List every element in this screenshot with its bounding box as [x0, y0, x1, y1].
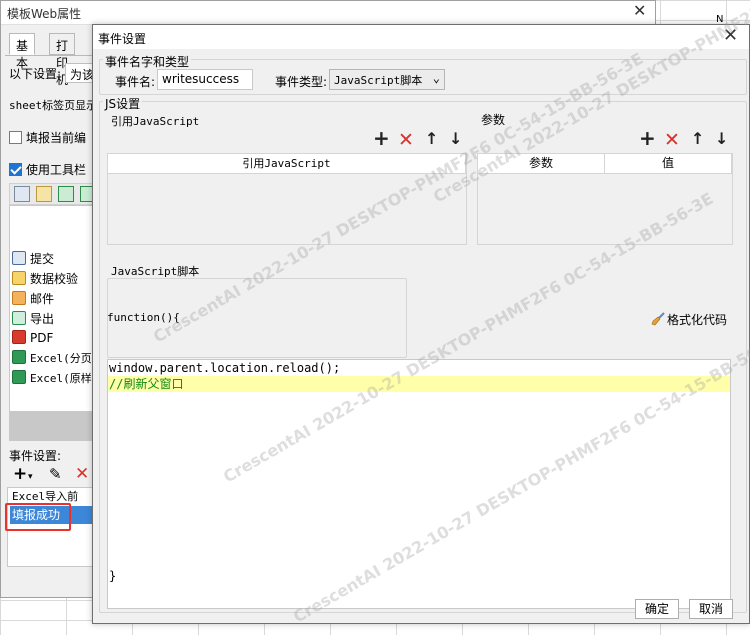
- delete-icon[interactable]: ✕: [75, 463, 89, 485]
- delete-ref-js-button[interactable]: ✕: [398, 131, 414, 150]
- event-type-label: 事件类型:: [275, 75, 328, 89]
- excel-icon: [12, 350, 26, 364]
- code-line-comment: //刷新父窗口: [108, 376, 730, 392]
- excel-icon[interactable]: [58, 186, 74, 202]
- add-event-icon[interactable]: +: [13, 463, 27, 485]
- export-icon: [12, 311, 26, 325]
- pdf-icon: [12, 330, 26, 344]
- broom-icon: [651, 312, 665, 326]
- event-type-value: JavaScript脚本: [334, 74, 423, 87]
- tab-printer[interactable]: 打印机: [49, 33, 76, 87]
- add-ref-js-button[interactable]: +: [373, 128, 390, 148]
- fill-current-label: 填报当前编: [26, 131, 87, 145]
- list-item[interactable]: 数据校验: [12, 270, 104, 290]
- dialog-title: 事件设置: [98, 32, 147, 46]
- ref-js-column-header[interactable]: 引用JavaScript: [108, 154, 466, 174]
- list-item[interactable]: Excel(原样: [12, 370, 104, 390]
- fill-current-checkbox[interactable]: [9, 131, 22, 144]
- save-icon: [12, 251, 26, 265]
- event-settings-dialog: 事件设置 ✕ 事件名字和类型 事件名: writesuccess 事件类型: J…: [92, 24, 750, 624]
- event-name-input[interactable]: writesuccess: [157, 69, 253, 90]
- excel-icon: [12, 370, 26, 384]
- chevron-down-icon: ⌄: [432, 71, 440, 85]
- function-header: function(){: [107, 311, 180, 324]
- close-icon[interactable]: ✕: [633, 1, 651, 23]
- js-code-editor[interactable]: window.parent.location.reload(); //刷新父窗口…: [107, 359, 731, 609]
- use-toolbar-row[interactable]: 使用工具栏: [9, 161, 86, 178]
- move-down-param-button[interactable]: ↓: [715, 131, 728, 147]
- list-footer-area: [9, 411, 105, 441]
- format-code-button[interactable]: 格式化代码: [651, 311, 727, 328]
- delete-param-button[interactable]: ✕: [664, 131, 680, 150]
- list-item[interactable]: Excel(分页: [12, 350, 104, 370]
- dialog-titlebar: 事件设置 ✕: [93, 25, 749, 49]
- js-settings-title: JS设置: [103, 95, 143, 112]
- closing-brace: }: [109, 569, 117, 583]
- event-name-type-title: 事件名字和类型: [103, 53, 192, 70]
- list-item[interactable]: 导出: [12, 310, 104, 330]
- move-down-ref-js-button[interactable]: ↓: [449, 131, 462, 147]
- chevron-down-icon[interactable]: ▾: [28, 466, 33, 488]
- ref-js-table: 引用JavaScript: [107, 153, 467, 245]
- js-script-title: JavaScript脚本: [109, 263, 202, 279]
- ok-button[interactable]: 确定: [635, 599, 679, 619]
- code-line: window.parent.location.reload();: [109, 361, 341, 375]
- red-highlight-box: [5, 503, 71, 531]
- pencil-icon[interactable]: [36, 186, 52, 202]
- toolbar-preview: [9, 183, 105, 205]
- pencil-icon: [12, 271, 26, 285]
- value-column-header[interactable]: 值: [605, 154, 732, 174]
- params-table: 参数 值: [477, 153, 733, 245]
- edit-icon[interactable]: ✎: [49, 463, 62, 485]
- ref-js-title: 引用JavaScript: [109, 113, 202, 129]
- use-toolbar-label: 使用工具栏: [26, 163, 87, 177]
- mail-icon: [12, 291, 26, 305]
- event-type-select[interactable]: JavaScript脚本 ⌄: [329, 69, 445, 90]
- list-item[interactable]: PDF: [12, 330, 104, 350]
- back-window-titlebar: 模板Web属性 ✕: [1, 1, 655, 25]
- row-settings-label: 以下设置:: [9, 67, 62, 81]
- fill-current-row[interactable]: 填报当前编: [9, 129, 86, 146]
- add-param-button[interactable]: +: [639, 128, 656, 148]
- param-column-header[interactable]: 参数: [478, 154, 605, 174]
- format-code-label: 格式化代码: [667, 313, 728, 327]
- close-icon[interactable]: ✕: [723, 25, 738, 47]
- list-item[interactable]: 提交: [12, 250, 104, 270]
- event-settings-label: 事件设置:: [9, 449, 62, 463]
- list-item[interactable]: 邮件: [12, 290, 104, 310]
- params-title: 参数: [479, 111, 508, 128]
- use-toolbar-checkbox[interactable]: [9, 163, 22, 176]
- event-name-label: 事件名:: [115, 75, 156, 89]
- move-up-ref-js-button[interactable]: ↑: [425, 131, 438, 147]
- tab-basic[interactable]: 基本: [9, 33, 36, 70]
- sheet-tab-label: sheet标签页显示: [9, 99, 98, 112]
- cancel-button[interactable]: 取消: [689, 599, 733, 619]
- move-up-param-button[interactable]: ↑: [691, 131, 704, 147]
- toolbar-button-list: 提交 数据校验 邮件 导出 PDF Excel(分页 Excel(原样: [9, 205, 105, 441]
- back-window-title: 模板Web属性: [7, 7, 82, 21]
- save-icon[interactable]: [14, 186, 30, 202]
